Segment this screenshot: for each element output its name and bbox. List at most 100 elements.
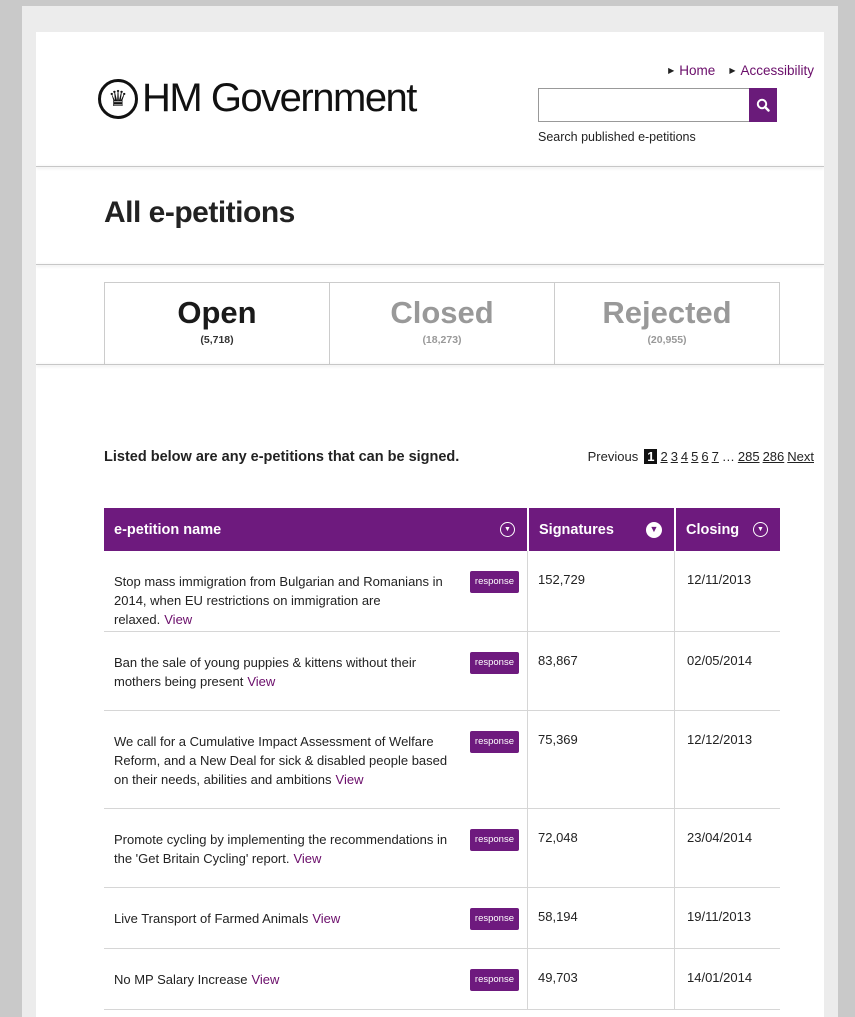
home-link[interactable]: ▶ Home — [668, 63, 715, 78]
petition-name-text: Promote cycling by implementing the reco… — [114, 832, 448, 866]
view-link[interactable]: View — [336, 772, 364, 787]
hm-government-logo[interactable]: ♛ HM Government — [98, 76, 417, 121]
signatures-cell: 83,867 — [527, 632, 674, 710]
divider — [36, 264, 824, 265]
home-link-label: Home — [679, 63, 716, 78]
view-link[interactable]: View — [247, 674, 275, 689]
column-header-label: Closing — [686, 521, 740, 538]
view-link[interactable]: View — [312, 911, 340, 926]
tab-count: (5,718) — [200, 334, 234, 346]
pagination-page-link[interactable]: 3 — [671, 449, 678, 464]
table-header: e-petition name ▼ Signatures ▼ Closing ▼ — [104, 508, 780, 551]
pagination-ellipsis: … — [721, 449, 735, 464]
table-row: Live Transport of Farmed Animals View res… — [104, 888, 780, 949]
pagination-page-link[interactable]: 7 — [712, 449, 719, 464]
petition-name: We call for a Cumulative Impact Assessme… — [114, 732, 470, 808]
tab-rejected[interactable]: Rejected (20,955) — [555, 283, 779, 365]
petition-cell: Ban the sale of young puppies & kittens … — [104, 632, 527, 710]
pagination: Previous 1 2 3 4 5 6 7 … 285 286 Next — [588, 449, 814, 464]
search-input[interactable] — [538, 88, 749, 122]
table-row: Stop mass immigration from Bulgarian and… — [104, 551, 780, 632]
signatures-cell: 49,703 — [527, 949, 674, 1009]
view-link[interactable]: View — [164, 612, 192, 627]
column-header-name[interactable]: e-petition name ▼ — [104, 508, 527, 551]
column-header-closing[interactable]: Closing ▼ — [674, 508, 780, 551]
column-header-label: Signatures — [539, 521, 614, 538]
divider — [36, 364, 824, 365]
column-header-signatures[interactable]: Signatures ▼ — [527, 508, 674, 551]
pagination-page-link[interactable]: 285 — [738, 449, 760, 464]
triangle-right-icon: ▶ — [668, 66, 675, 75]
petition-name: Live Transport of Farmed Animals View — [114, 909, 470, 948]
logo-text: HM Government — [142, 76, 417, 120]
closing-date-cell: 02/05/2014 — [674, 632, 780, 710]
petition-cell: Promote cycling by implementing the reco… — [104, 809, 527, 887]
closing-date-cell: 12/11/2013 — [674, 551, 780, 631]
listing-intro: Listed below are any e-petitions that ca… — [104, 449, 460, 465]
petition-status-tabs: Open (5,718) Closed (18,273) Rejected (2… — [104, 282, 780, 365]
response-badge[interactable]: response — [469, 652, 519, 674]
signatures-cell: 75,369 — [527, 711, 674, 808]
tab-label: Closed — [390, 295, 494, 330]
petition-name: Promote cycling by implementing the reco… — [114, 830, 470, 887]
sort-icon[interactable]: ▼ — [646, 521, 662, 538]
page-background: ♛ HM Government ▶ Home ▶ Accessibility Sea… — [22, 6, 838, 1017]
crest-icon: ♛ — [98, 78, 138, 119]
petition-name: No MP Salary Increase View — [114, 970, 470, 1009]
table-row: Ban the sale of young puppies & kittens … — [104, 632, 780, 711]
column-header-label: e-petition name — [114, 521, 222, 538]
pagination-page-link[interactable]: 286 — [763, 449, 785, 464]
petition-cell: No MP Salary Increase View response — [104, 949, 527, 1009]
table-row: No MP Salary Increase View response 49,70… — [104, 949, 780, 1010]
response-badge[interactable]: response — [469, 829, 519, 851]
search-label: Search published e-petitions — [538, 130, 696, 144]
signatures-cell: 152,729 — [527, 551, 674, 631]
view-link[interactable]: View — [293, 851, 321, 866]
closing-date-cell: 23/04/2014 — [674, 809, 780, 887]
tab-label: Open — [177, 295, 257, 330]
closing-date-cell: 12/12/2013 — [674, 711, 780, 808]
tab-count: (20,955) — [647, 334, 687, 346]
pagination-previous: Previous — [587, 449, 639, 464]
petition-cell: We call for a Cumulative Impact Assessme… — [104, 711, 527, 808]
signatures-cell: 58,194 — [527, 888, 674, 948]
petitions-table: e-petition name ▼ Signatures ▼ Closing ▼… — [104, 508, 780, 1010]
petition-name: Stop mass immigration from Bulgarian and… — [114, 572, 470, 631]
pagination-page-link[interactable]: 4 — [681, 449, 688, 464]
response-badge[interactable]: response — [469, 571, 519, 593]
table-row: We call for a Cumulative Impact Assessme… — [104, 711, 780, 809]
top-links: ▶ Home ▶ Accessibility — [668, 63, 814, 78]
signatures-cell: 72,048 — [527, 809, 674, 887]
view-link[interactable]: View — [251, 972, 279, 987]
petition-cell: Stop mass immigration from Bulgarian and… — [104, 551, 527, 631]
petition-name-text: We call for a Cumulative Impact Assessme… — [114, 734, 448, 787]
search-button[interactable] — [749, 88, 777, 122]
pagination-current-page: 1 — [644, 449, 658, 464]
main-panel: ♛ HM Government ▶ Home ▶ Accessibility Sea… — [36, 32, 824, 1017]
page-title: All e-petitions — [104, 196, 295, 229]
response-badge[interactable]: response — [469, 731, 519, 753]
pagination-page-link[interactable]: 6 — [701, 449, 708, 464]
response-badge[interactable]: response — [469, 969, 519, 991]
search-icon — [756, 98, 770, 112]
pagination-page-link[interactable]: 5 — [691, 449, 698, 464]
sort-icon[interactable]: ▼ — [500, 522, 515, 537]
triangle-right-icon: ▶ — [729, 66, 736, 75]
petition-cell: Live Transport of Farmed Animals View res… — [104, 888, 527, 948]
accessibility-link[interactable]: ▶ Accessibility — [729, 63, 814, 78]
closing-date-cell: 14/01/2014 — [674, 949, 780, 1009]
table-row: Promote cycling by implementing the reco… — [104, 809, 780, 888]
pagination-next[interactable]: Next — [787, 449, 814, 464]
sort-icon[interactable]: ▼ — [753, 522, 768, 537]
tab-closed[interactable]: Closed (18,273) — [330, 283, 555, 365]
petition-name-text: Live Transport of Farmed Animals — [114, 911, 309, 926]
petition-name-text: No MP Salary Increase — [114, 972, 248, 987]
closing-date-cell: 19/11/2013 — [674, 888, 780, 948]
divider — [36, 166, 824, 167]
accessibility-link-label: Accessibility — [740, 63, 814, 78]
search-box — [538, 88, 777, 122]
response-badge[interactable]: response — [469, 908, 519, 930]
tab-label: Rejected — [602, 295, 732, 330]
pagination-page-link[interactable]: 2 — [660, 449, 667, 464]
tab-open[interactable]: Open (5,718) — [105, 283, 330, 365]
